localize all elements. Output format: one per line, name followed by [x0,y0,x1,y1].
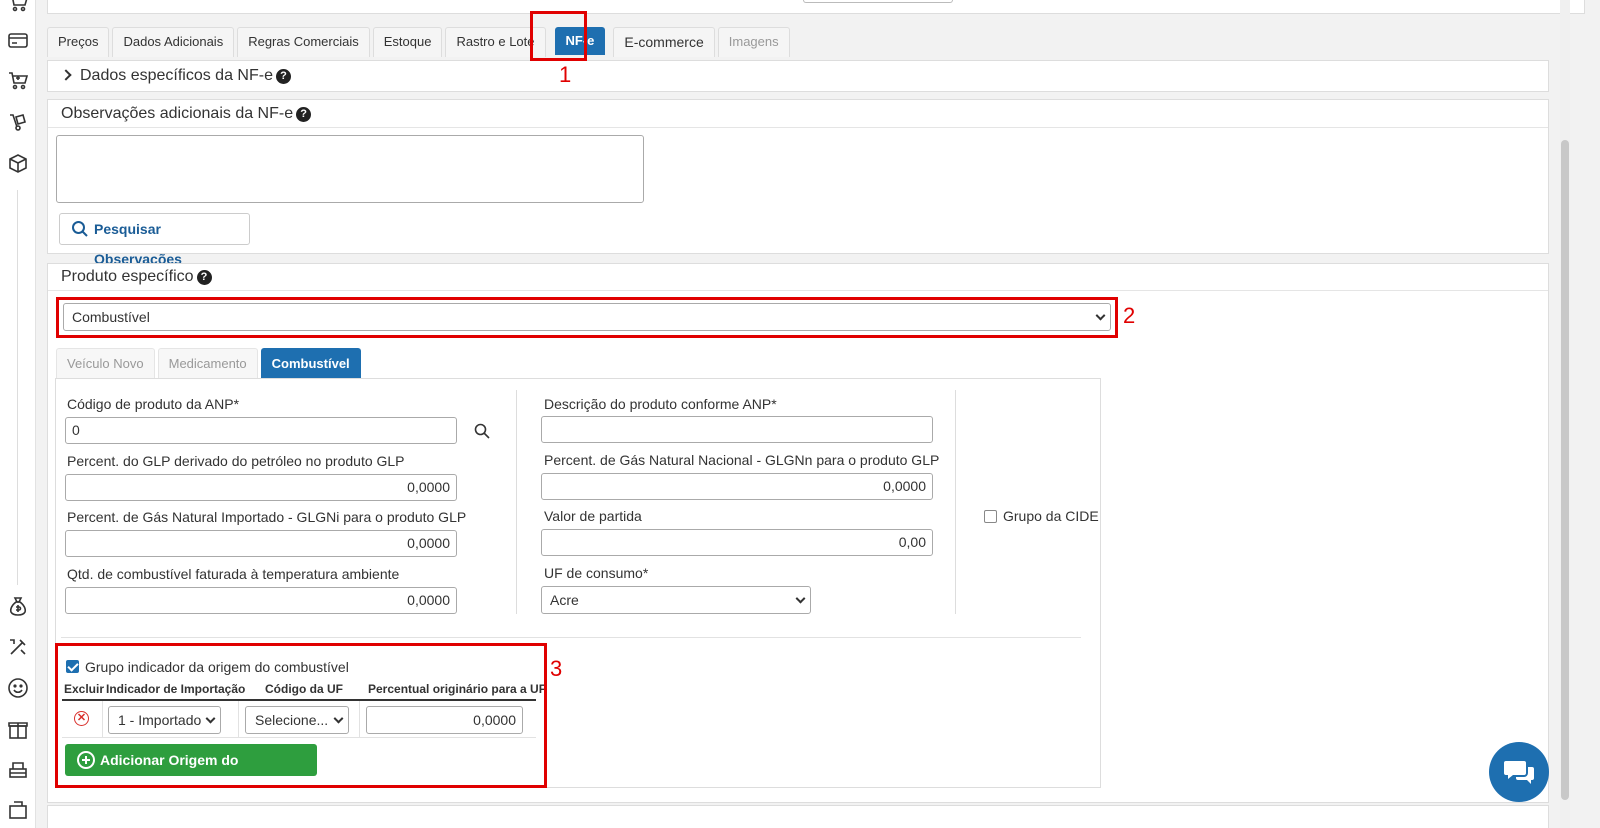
perc-glp-input[interactable]: 0,0000 [65,474,457,501]
next-panel-edge [47,805,1549,828]
nfe-specific-header: Dados específicos da NF-e? [48,61,1548,91]
observacoes-panel: Observações adicionais da NF-e? Pesquisa… [47,99,1549,267]
codigo-anp-input[interactable]: 0 [65,417,457,444]
money-bag-icon[interactable] [7,595,29,617]
perc-glgni-label: Percent. de Gás Natural Importado - GLGN… [67,509,467,525]
produto-especifico-header: Produto específico? [48,264,1548,291]
tab-regras-comerciais[interactable]: Regras Comerciais [237,27,370,57]
box-icon[interactable] [7,152,29,174]
top-select-fragment[interactable] [803,0,953,3]
valor-partida-label: Valor de partida [544,508,642,524]
uf-consumo-value: Acre [550,592,579,608]
produto-especifico-title: Produto específico [61,268,194,285]
chevron-right-icon [60,69,72,81]
cart-icon[interactable] [7,0,29,14]
annotation-box-1 [530,11,587,61]
subtab-veiculo-novo[interactable]: Veículo Novo [56,348,155,378]
perc-glgni-input[interactable]: 0,0000 [65,530,457,557]
perc-glp-label: Percent. do GLP derivado do petróleo no … [67,453,405,469]
chevron-down-icon [795,593,806,604]
top-form-strip [47,0,1585,14]
section-divider [61,637,1081,638]
perc-glgnn-label: Percent. de Gás Natural Nacional - GLGNn… [544,452,940,468]
page-scrollbar[interactable] [1560,0,1570,828]
smiley-icon[interactable] [7,677,29,699]
column-divider [516,390,517,614]
column-divider [955,390,956,614]
main-content: Preços Dados Adicionais Regras Comerciai… [36,0,1600,828]
codigo-anp-label: Código de produto da ANP* [67,396,240,412]
product-tabs: Preços Dados Adicionais Regras Comerciai… [47,27,793,57]
nfe-specific-title: Dados específicos da NF-e [80,67,273,84]
rail-divider [17,190,18,585]
produto-subtabs: Veículo Novo Medicamento Combustível [56,348,364,378]
descricao-anp-input[interactable] [541,416,933,443]
tab-dados-adicionais[interactable]: Dados Adicionais [112,27,235,57]
shopping-cart-add-icon[interactable] [7,70,29,92]
credit-card-icon[interactable] [7,29,29,51]
subtab-combustivel[interactable]: Combustível [260,348,361,378]
uf-consumo-select[interactable]: Acre [541,586,811,614]
search-icon[interactable] [474,423,490,439]
printer-icon[interactable] [7,759,29,781]
gift-money-icon[interactable] [7,718,29,740]
nfe-specific-panel[interactable]: Dados específicos da NF-e? [47,60,1549,92]
help-icon[interactable]: ? [296,107,312,122]
scrollbar-thumb[interactable] [1561,140,1569,800]
annotation-number-1: 1 [559,62,572,87]
valor-partida-input[interactable]: 0,00 [541,529,933,556]
perc-glgnn-input[interactable]: 0,0000 [541,473,933,500]
observacoes-textarea[interactable] [56,135,644,203]
qtd-temp-input[interactable]: 0,0000 [65,587,457,614]
qtd-temp-label: Qtd. de combustível faturada à temperatu… [67,566,400,582]
help-icon[interactable]: ? [275,69,291,84]
tab-precos[interactable]: Preços [47,27,110,57]
search-observations-button[interactable]: Pesquisar Observações [59,213,250,267]
search-observations-label: Pesquisar Observações [94,221,182,267]
tab-imagens[interactable]: Imagens [717,27,790,57]
annotation-number-3: 3 [550,656,563,681]
observacoes-title: Observações adicionais da NF-e [61,105,294,122]
left-icon-rail [0,0,36,828]
annotation-box-3 [55,643,547,788]
tools-icon[interactable] [7,636,29,658]
chat-button[interactable] [1489,742,1549,802]
observacoes-header: Observações adicionais da NF-e? [48,100,1548,128]
tab-ecommerce[interactable]: E-commerce [613,27,715,57]
grupo-cide-checkbox[interactable] [984,510,997,523]
grupo-cide-label: Grupo da CIDE [1003,508,1099,524]
tab-estoque[interactable]: Estoque [372,27,443,57]
annotation-box-2 [56,297,1118,338]
uf-consumo-label: UF de consumo* [544,565,649,581]
register-icon[interactable] [7,800,29,822]
chat-bubbles-icon [1504,761,1534,784]
hand-truck-icon[interactable] [7,111,29,133]
subtab-medicamento[interactable]: Medicamento [157,348,258,378]
search-icon [72,221,88,237]
help-icon[interactable]: ? [196,270,212,285]
descricao-anp-label: Descrição do produto conforme ANP* [544,396,777,412]
annotation-number-2: 2 [1123,303,1136,328]
